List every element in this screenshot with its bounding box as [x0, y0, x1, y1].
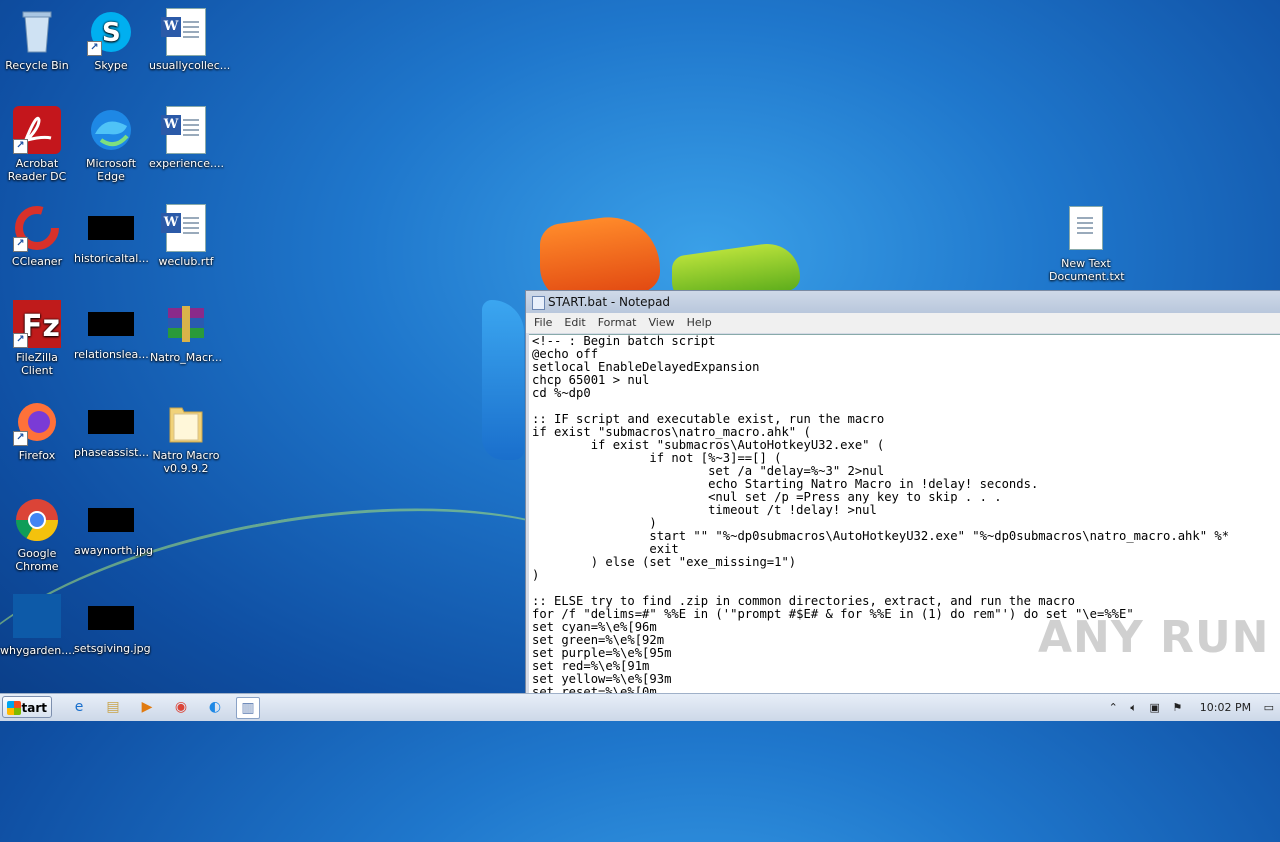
edge-icon [87, 106, 135, 154]
word-document-icon: W [161, 204, 210, 252]
icon-label: CCleaner [11, 255, 63, 268]
shortcut-arrow-icon: ↗ [87, 41, 102, 56]
desktop-icon-natro-macro-archive[interactable]: Natro_Macr... [149, 300, 223, 364]
windows-flag-icon [7, 701, 21, 715]
system-tray: ⌃ 🔈︎ ▣ ⚑ 10:02 PM ▭ [1100, 694, 1274, 721]
icon-label: FileZilla Client [16, 351, 58, 377]
acrobat-icon: ↗ [13, 106, 61, 154]
icon-label: whygarden.... [0, 644, 76, 657]
taskbar-media-player-icon[interactable]: ▶ [136, 697, 158, 717]
desktop-icon-new-text-document[interactable]: New Text Document.txt [1049, 206, 1125, 283]
ccleaner-icon: ↗ [13, 204, 61, 252]
icon-label: relationslea... [74, 348, 149, 361]
menu-edit[interactable]: Edit [558, 313, 591, 333]
filezilla-icon: Fz ↗ [13, 300, 61, 348]
icon-label: Google Chrome [15, 547, 59, 573]
icon-label: historicaltal... [74, 252, 149, 265]
winrar-archive-icon [162, 300, 210, 348]
volume-icon[interactable]: 🔈︎ [1130, 694, 1137, 721]
image-thumbnail-icon [13, 594, 61, 638]
menu-help[interactable]: Help [681, 313, 718, 333]
firefox-icon: ↗ [13, 398, 61, 446]
desktop-icon-firefox[interactable]: ↗ Firefox [0, 398, 74, 462]
shortcut-arrow-icon: ↗ [13, 139, 28, 154]
desktop-icon-edge[interactable]: Microsoft Edge [74, 106, 148, 183]
desktop-icon-whygarden[interactable]: whygarden.... [0, 594, 76, 657]
taskbar-notepad-icon[interactable]: ▥ [236, 697, 260, 719]
desktop-icon-awaynorth[interactable]: awaynorth.jpg [74, 496, 154, 557]
desktop-icon-phaseassist[interactable]: phaseassist... [74, 398, 149, 459]
desktop-icon-natro-macro-folder[interactable]: Natro Macro v0.9.9.2 [149, 398, 223, 475]
show-desktop-icon[interactable]: ▭ [1264, 694, 1274, 721]
taskbar-ie-icon[interactable]: e [68, 697, 90, 717]
window-title: START.bat - Notepad [548, 295, 671, 309]
image-thumbnail-icon [88, 508, 134, 532]
notepad-menubar: File Edit Format View Help [526, 313, 1280, 333]
image-thumbnail-icon [88, 410, 134, 434]
icon-label: usuallycollec... [149, 59, 231, 72]
desktop-icon-filezilla[interactable]: Fz ↗ FileZilla Client [0, 300, 74, 377]
icon-label: Skype [94, 59, 128, 72]
shortcut-arrow-icon: ↗ [13, 431, 28, 446]
desktop-icon-experience[interactable]: W experience.... [149, 106, 224, 170]
taskbar-edge-icon[interactable]: ◐ [204, 697, 226, 717]
taskbar-chrome-icon[interactable]: ◉ [170, 697, 192, 717]
image-thumbnail-icon [88, 216, 134, 240]
desktop-icon-weclub[interactable]: W weclub.rtf [149, 204, 223, 268]
desktop-icon-skype[interactable]: S ↗ Skype [74, 8, 148, 72]
icon-label: setsgiving.jpg [74, 642, 151, 655]
skype-icon: S ↗ [87, 8, 135, 56]
taskbar: Start e ▤ ▶ ◉ ◐ ▥ ⌃ 🔈︎ ▣ ⚑ 10:02 PM ▭ [0, 693, 1280, 721]
start-button[interactable]: Start [2, 696, 52, 718]
menu-format[interactable]: Format [592, 313, 643, 333]
image-thumbnail-icon [88, 606, 134, 630]
windows-logo-blue [482, 300, 524, 460]
icon-label: awaynorth.jpg [74, 544, 154, 557]
icon-label: Firefox [18, 449, 56, 462]
notepad-icon [532, 296, 545, 310]
taskbar-explorer-icon[interactable]: ▤ [102, 697, 124, 717]
recycle-bin-icon [13, 8, 61, 56]
svg-text:S: S [102, 18, 121, 48]
desktop-icon-recycle-bin[interactable]: Recycle Bin [0, 8, 74, 72]
desktop-icon-historicaltal[interactable]: historicaltal... [74, 204, 149, 265]
network-icon[interactable]: ▣ [1149, 694, 1159, 721]
icon-label: Recycle Bin [5, 59, 69, 72]
folder-icon [162, 398, 210, 446]
desktop-icon-chrome[interactable]: Google Chrome [0, 496, 74, 573]
desktop-icon-relationslea[interactable]: relationslea... [74, 300, 149, 361]
chrome-icon [13, 496, 61, 544]
icon-label: weclub.rtf [158, 255, 214, 268]
action-center-flag-icon[interactable]: ⚑ [1172, 694, 1182, 721]
icon-label: phaseassist... [74, 446, 149, 459]
icon-label: Natro Macro v0.9.9.2 [152, 449, 220, 475]
icon-label: Acrobat Reader DC [7, 157, 67, 183]
icon-label: Natro_Macr... [149, 351, 223, 364]
word-document-icon: W [161, 106, 210, 154]
shortcut-arrow-icon: ↗ [13, 333, 28, 348]
menu-file[interactable]: File [528, 313, 558, 333]
icon-label: Microsoft Edge [85, 157, 137, 183]
anyrun-watermark: ANY RUN [1038, 612, 1270, 663]
image-thumbnail-icon [88, 312, 134, 336]
desktop-icon-acrobat[interactable]: ↗ Acrobat Reader DC [0, 106, 74, 183]
desktop-icon-ccleaner[interactable]: ↗ CCleaner [0, 204, 74, 268]
clock[interactable]: 10:02 PM [1200, 694, 1251, 721]
shortcut-arrow-icon: ↗ [13, 237, 28, 252]
menu-view[interactable]: View [643, 313, 681, 333]
word-document-icon: W [161, 8, 210, 56]
desktop-icon-setsgiving[interactable]: setsgiving.jpg [74, 594, 151, 655]
show-hidden-icons-icon[interactable]: ⌃ [1109, 694, 1118, 721]
desktop-icon-usuallycollec[interactable]: W usuallycollec... [149, 8, 231, 72]
text-document-icon [1062, 206, 1110, 254]
icon-label: experience.... [149, 157, 224, 170]
icon-label: New Text Document.txt [1049, 257, 1125, 283]
notepad-titlebar[interactable]: START.bat - Notepad [526, 291, 1280, 313]
